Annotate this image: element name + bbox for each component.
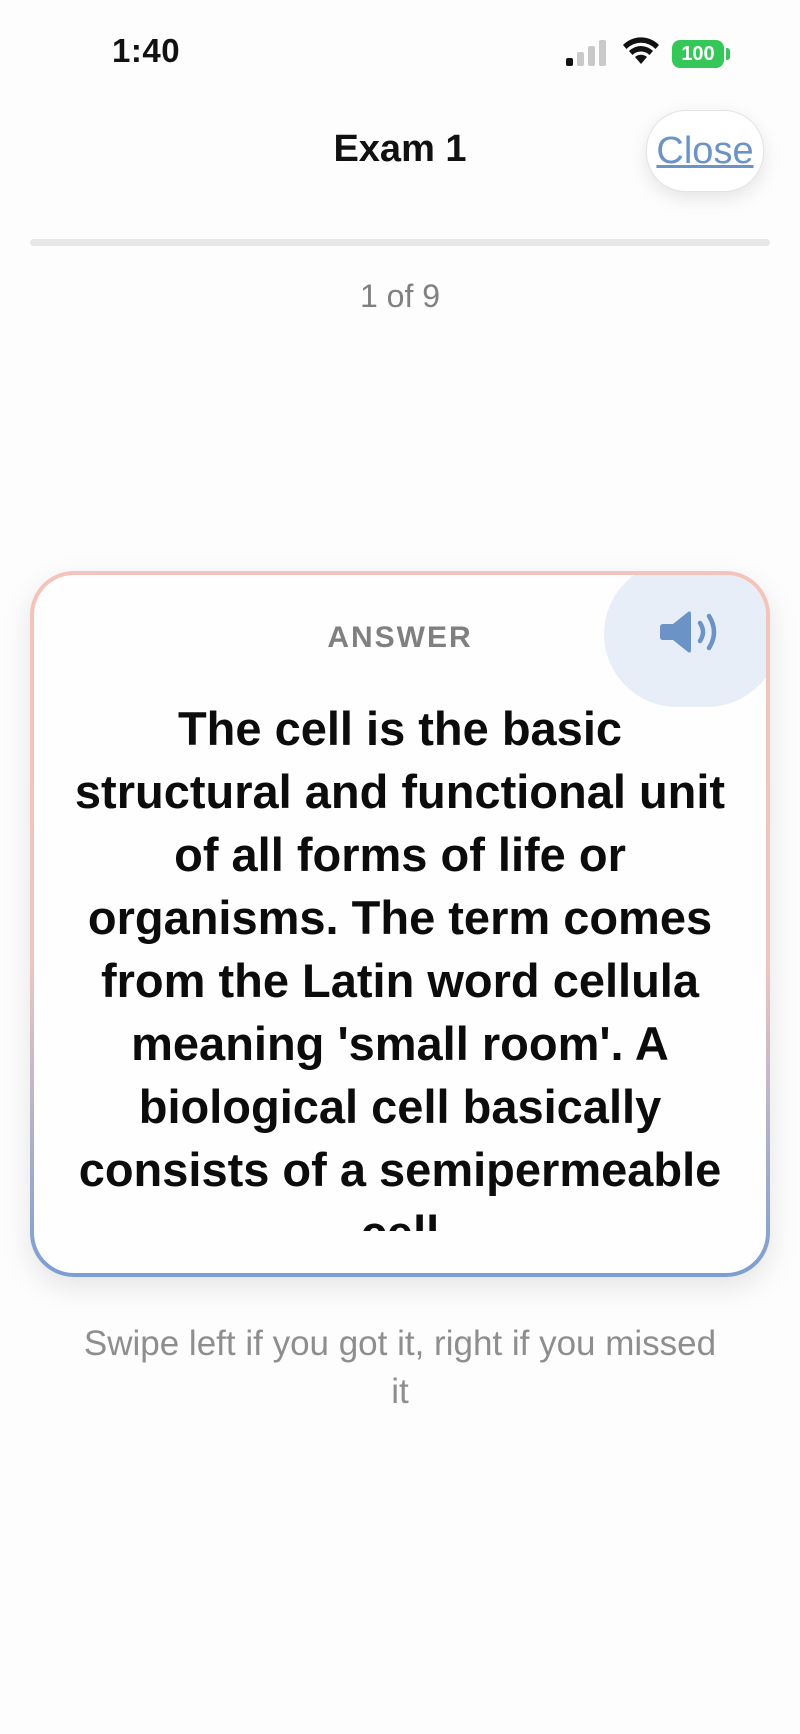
battery-tip xyxy=(726,48,730,60)
speaker-icon xyxy=(660,611,717,653)
signal-bar xyxy=(566,58,573,66)
signal-icon xyxy=(566,40,610,66)
signal-bar xyxy=(588,46,595,66)
status-time: 1:40 xyxy=(112,32,181,69)
wifi-icon xyxy=(623,37,659,64)
battery-icon: 100 xyxy=(672,40,724,68)
progress-label: 1 of 9 xyxy=(359,278,441,314)
flashcard-body[interactable]: ANSWER The cell is the basic structural … xyxy=(34,575,766,1273)
status-bar: 1:40 100 xyxy=(0,0,800,100)
signal-bar xyxy=(577,52,584,66)
close-button[interactable]: Close xyxy=(646,110,764,192)
card-answer-text: The cell is the basic structural and fun… xyxy=(74,702,726,1231)
swipe-hint: Swipe left if you got it, right if you m… xyxy=(83,1324,717,1411)
progress-bar xyxy=(30,239,770,246)
speak-button[interactable] xyxy=(604,575,766,707)
signal-bar xyxy=(599,40,606,66)
flashcard[interactable]: ANSWER The cell is the basic structural … xyxy=(30,571,770,1277)
